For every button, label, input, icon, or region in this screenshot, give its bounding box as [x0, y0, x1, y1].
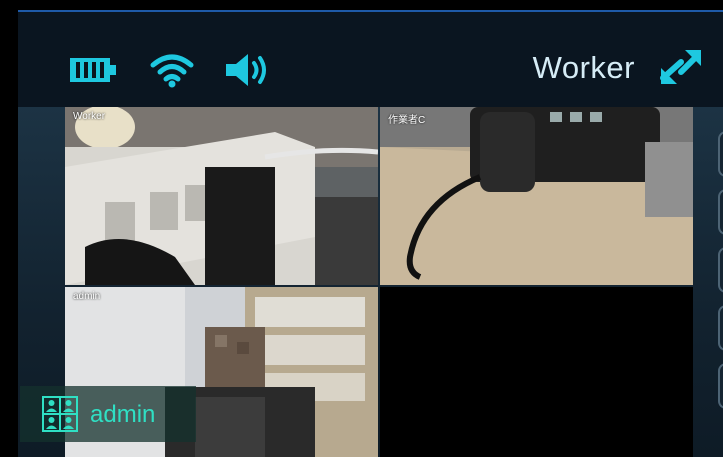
swap-arrows-icon[interactable]	[659, 48, 703, 88]
app-frame: Worker Worker 作業者C admin admin	[0, 0, 723, 457]
status-bar: Worker	[18, 12, 723, 107]
video-label: 作業者C	[388, 115, 426, 126]
current-user-name: admin	[90, 401, 156, 428]
battery-icon	[70, 58, 116, 82]
current-user-bar[interactable]: admin	[20, 386, 196, 442]
participants-icon	[42, 396, 78, 432]
video-tile-worker[interactable]: Worker	[65, 107, 378, 285]
video-label: admin	[73, 291, 101, 302]
video-tile-empty	[380, 287, 693, 457]
side-button-1[interactable]	[718, 131, 723, 177]
wifi-icon	[150, 54, 194, 88]
side-button-4[interactable]	[718, 305, 723, 351]
side-button-2[interactable]	[718, 189, 723, 235]
side-button-5[interactable]	[718, 363, 723, 409]
video-tile-worker-c[interactable]: 作業者C	[380, 107, 693, 285]
speaker-volume-icon[interactable]	[226, 52, 272, 88]
role-label: Worker	[532, 50, 635, 85]
video-label: Worker	[73, 111, 106, 122]
video-frame-phone	[380, 107, 693, 285]
video-frame-power-strip	[65, 107, 378, 285]
side-button-3[interactable]	[718, 247, 723, 293]
